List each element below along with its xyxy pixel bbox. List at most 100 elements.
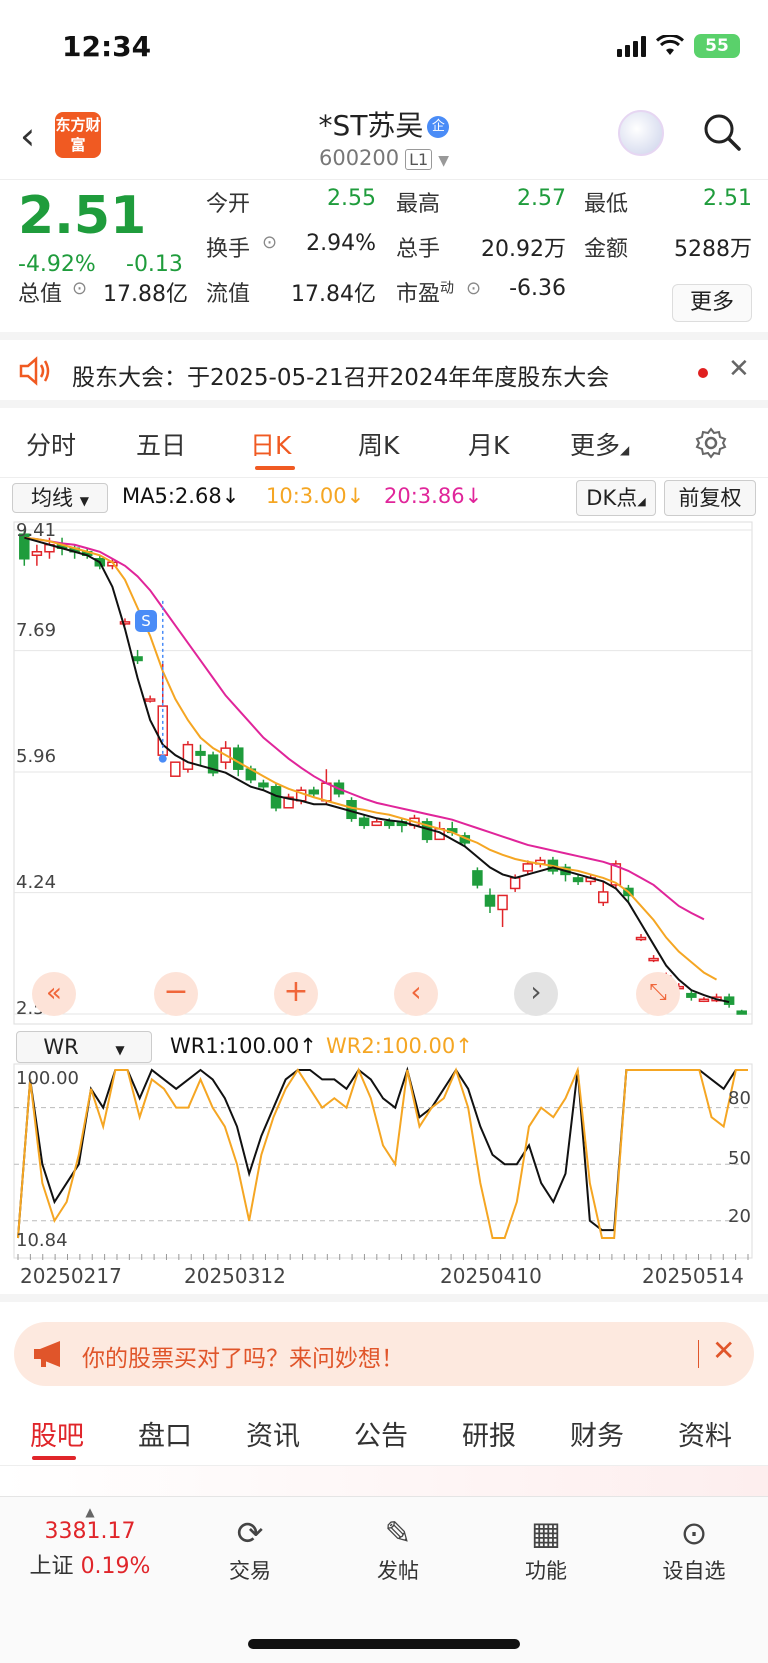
- date-label: 20250514: [642, 1264, 744, 1288]
- wr-frame: [13, 1063, 753, 1259]
- tab-announcements[interactable]: 公告: [354, 1414, 408, 1453]
- prev-icon[interactable]: ‹: [394, 972, 438, 1016]
- next-icon[interactable]: ›: [514, 972, 558, 1016]
- wr-chart[interactable]: 100.00 10.84 80 50 20: [0, 1062, 768, 1262]
- close-icon[interactable]: ✕: [712, 1334, 735, 1367]
- trade-button[interactable]: ⟳ 交易: [200, 1511, 300, 1585]
- candle-body: [686, 992, 697, 998]
- tab-monthly-k[interactable]: 月K: [468, 426, 509, 462]
- candle-body: [132, 656, 143, 662]
- candle-body: [321, 782, 332, 802]
- stock-code: 600200: [318, 146, 400, 170]
- candle-body: [509, 877, 521, 890]
- tab-intraday[interactable]: 分时: [26, 426, 76, 462]
- tab-indicator: [255, 466, 295, 470]
- content-tabs: 股吧 盘口 资讯 公告 研报 财务 资料: [0, 1396, 768, 1466]
- wr-top-label: 100.00: [16, 1068, 79, 1089]
- assistant-avatar[interactable]: [618, 110, 664, 156]
- divider: [698, 1340, 699, 1368]
- high-value: 2.57: [517, 186, 566, 211]
- tab-orderbook[interactable]: 盘口: [138, 1414, 192, 1453]
- zoom-out-icon[interactable]: −: [154, 972, 198, 1016]
- zoom-in-icon[interactable]: +: [274, 972, 318, 1016]
- info-icon[interactable]: ⊙: [262, 232, 277, 253]
- adjust-button[interactable]: 前复权: [664, 480, 756, 516]
- last-price: 2.51: [18, 186, 147, 246]
- candle-body: [484, 894, 496, 907]
- tab-five-day[interactable]: 五日: [136, 426, 186, 462]
- candle-body: [698, 998, 710, 1003]
- sell-marker-dot: [158, 754, 167, 763]
- candle-body: [195, 750, 206, 756]
- wr1-line: [17, 1066, 748, 1239]
- dk-point-button[interactable]: DK点◢: [576, 480, 656, 516]
- notice-bar[interactable]: 股东大会：于2025-05-21召开2024年年度股东大会 ✕: [0, 340, 768, 408]
- tab-research[interactable]: 研报: [462, 1414, 516, 1453]
- close-icon[interactable]: ✕: [728, 354, 750, 384]
- tab-indicator: [32, 1456, 76, 1460]
- scroll-left-icon[interactable]: «: [32, 972, 76, 1016]
- candle-body: [31, 550, 43, 557]
- tab-finance[interactable]: 财务: [570, 1414, 624, 1453]
- price-tick-label: 7.69: [16, 620, 57, 641]
- volume-value: 20.92万: [481, 237, 566, 262]
- stock-name: *ST苏吴: [318, 109, 424, 142]
- sell-marker[interactable]: S: [135, 610, 157, 632]
- promo-text: 你的股票买对了吗？来问妙想！: [82, 1346, 404, 1372]
- info-icon[interactable]: ⊙: [466, 278, 481, 299]
- candle-body: [384, 821, 395, 827]
- add-watchlist-button[interactable]: ⊙ 设自选: [644, 1511, 744, 1585]
- functions-button[interactable]: ▦ 功能: [496, 1511, 596, 1585]
- candle-body: [144, 698, 156, 702]
- wr2-line: [17, 1066, 748, 1239]
- search-icon[interactable]: [702, 112, 742, 152]
- candle-body: [371, 821, 382, 827]
- ma10-line: [24, 536, 718, 981]
- mktcap-value: 17.88亿: [103, 282, 188, 307]
- indicator-select[interactable]: 均线 ▼: [12, 483, 108, 513]
- gear-icon[interactable]: [694, 426, 728, 460]
- date-axis: 20250217 20250312 20250410 20250514: [0, 1262, 768, 1302]
- period-tabs: 分时 五日 日K 周K 月K 更多◢: [0, 408, 768, 478]
- status-bar: 12:34 55: [0, 0, 768, 100]
- kline-chart[interactable]: 9.41 7.69 5.96 4.24 2.51 S « − + ‹ › ⤡: [0, 518, 768, 1028]
- unread-dot: [698, 368, 708, 378]
- ma5-line: [24, 536, 730, 1004]
- sub-indicator-select[interactable]: WR ▼: [16, 1031, 152, 1063]
- speaker-icon: [19, 356, 50, 386]
- pe-value: -6.36: [509, 276, 566, 301]
- tab-more[interactable]: 更多◢: [570, 426, 629, 462]
- wr-svg: [13, 1063, 753, 1260]
- candle-body: [119, 621, 131, 625]
- index-name: 上证: [29, 1554, 74, 1579]
- tab-forum[interactable]: 股吧: [30, 1414, 84, 1453]
- candle-body: [308, 789, 320, 795]
- date-label: 20250410: [440, 1264, 542, 1288]
- fullscreen-icon[interactable]: ⤡: [636, 972, 680, 1016]
- quote-panel: 2.51 -4.92% -0.13 总值 ⊙ 17.88亿 今开 2.55 最高…: [0, 180, 768, 340]
- mktcap-label: 总值: [18, 282, 63, 307]
- home-indicator: [248, 1639, 520, 1649]
- post-button[interactable]: ✎ 发帖: [348, 1511, 448, 1585]
- chart-frame: [13, 521, 753, 1025]
- price-tick-label: 9.41: [16, 520, 57, 541]
- notice-text: 股东大会：于2025-05-21召开2024年年度股东大会: [72, 365, 610, 391]
- change-amount: -0.13: [126, 252, 183, 277]
- status-time: 12:34: [62, 30, 152, 63]
- index-widget[interactable]: ▲ 3381.17 上证 0.19%: [20, 1505, 160, 1580]
- signal-icon: [617, 35, 646, 57]
- more-button[interactable]: 更多: [672, 284, 752, 322]
- candle-body: [635, 936, 647, 941]
- tab-news[interactable]: 资讯: [246, 1414, 300, 1453]
- wr1-label: WR1:100.00↑: [170, 1034, 317, 1058]
- tab-profile[interactable]: 资料: [678, 1414, 732, 1453]
- info-icon[interactable]: ⊙: [72, 278, 87, 299]
- chevron-down-icon: ▼: [438, 153, 450, 169]
- candle-body: [258, 782, 269, 788]
- tab-daily-k[interactable]: 日K: [250, 426, 291, 462]
- tab-weekly-k[interactable]: 周K: [358, 426, 399, 462]
- bottom-toolbar: ▲ 3381.17 上证 0.19% ⟳ 交易 ✎ 发帖 ▦ 功能 ⊙ 设自选: [0, 1496, 768, 1663]
- volume-label: 总手: [396, 237, 441, 262]
- candle-body: [598, 891, 609, 904]
- promo-banner[interactable]: 你的股票买对了吗？来问妙想！ ✕: [14, 1322, 754, 1386]
